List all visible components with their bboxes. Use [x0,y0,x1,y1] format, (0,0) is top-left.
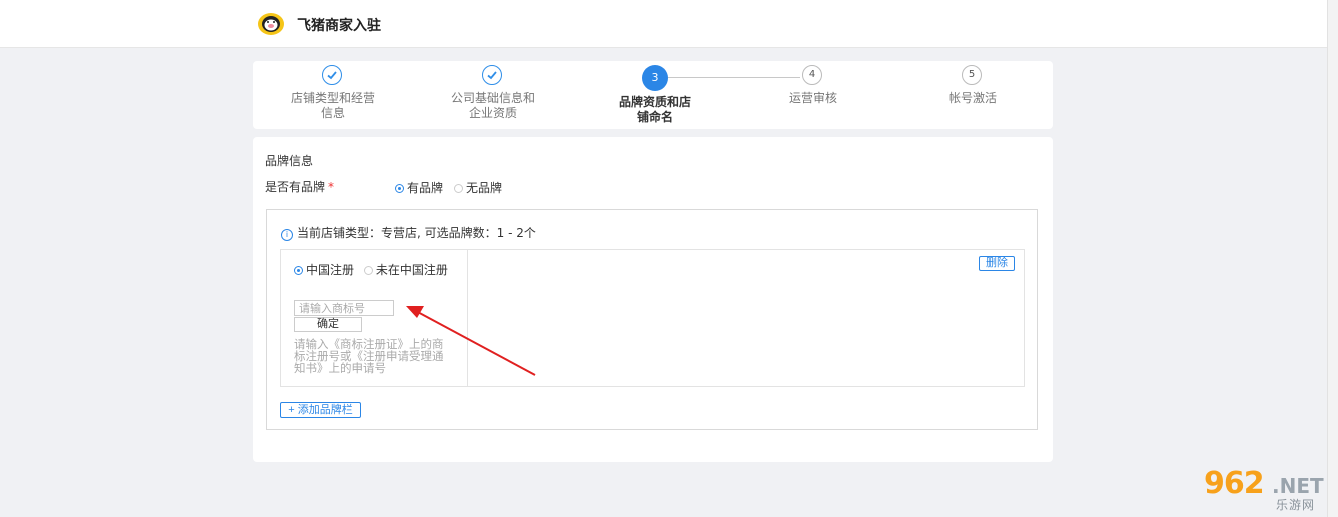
step-connector-line [666,77,800,78]
step-4-number: 4 [802,65,822,85]
watermark-suffix: .NET [1272,474,1324,498]
radio-no-brand[interactable]: 无品牌 [454,179,502,196]
step-1-label: 店铺类型和经营信息 [291,91,376,120]
add-brand-row-button[interactable]: + 添加品牌栏 [280,402,361,418]
watermark-subtitle: 乐游网 [1276,498,1316,512]
brand-entry-row: 中国注册 未在中国注册 确定 请输入《商标注册证》上的商标注册号或《注册申请受理… [280,249,1025,387]
radio-checked-icon[interactable] [395,184,404,193]
scrollbar[interactable] [1327,0,1338,517]
section-title: 品牌信息 [265,154,314,168]
app-title: 飞猪商家入驻 [297,18,381,34]
radio-china-registered[interactable]: 中国注册 [294,263,354,277]
store-type-info-text: 当前店铺类型：专营店, 可选品牌数：1 - 2个 [297,226,536,240]
required-mark: * [328,180,335,194]
progress-steps: 店铺类型和经营信息 公司基础信息和企业资质 3 品牌资质和店铺命名 4 运营审核… [253,61,1053,129]
step-2-label: 公司基础信息和企业资质 [450,91,535,120]
brand-question-label: 是否有品牌 * [265,178,334,195]
brand-entry-panel: i 当前店铺类型：专营店, 可选品牌数：1 - 2个 中国注册 未在中国注册 确定… [266,209,1038,430]
step-2-check-icon [482,65,502,85]
radio-no-brand-label: 无品牌 [466,181,503,195]
step-1-check-icon [322,65,342,85]
step-3-number: 3 [642,65,668,91]
radio-unchecked-icon[interactable] [454,184,463,193]
store-type-info: i 当前店铺类型：专营店, 可选品牌数：1 - 2个 [281,224,536,241]
registration-options: 中国注册 未在中国注册 [294,263,454,278]
radio-china-registered-label: 中国注册 [306,263,355,277]
radio-checked-icon[interactable] [294,266,303,275]
trademark-number-input[interactable] [294,300,394,316]
watermark-number: 962 [1204,466,1265,501]
site-watermark: 962 .NET 乐游网 [1200,466,1332,512]
annotation-arrow-icon [406,306,536,376]
radio-not-china-registered[interactable]: 未在中国注册 [363,263,448,277]
fliggy-pig-logo-icon[interactable] [257,12,285,36]
brand-info-form: 品牌信息 是否有品牌 * 有品牌 无品牌 i 当前店铺类型：专营店, 可选品牌数：1… [253,137,1053,462]
brand-question-text: 是否有品牌 [265,180,326,194]
step-5-number: 5 [962,65,982,85]
top-bar: 飞猪商家入驻 [0,0,1328,48]
step-5-label: 帐号激活 [948,91,997,105]
delete-brand-button[interactable]: 删除 [979,256,1015,271]
info-icon: i [281,229,293,241]
radio-unchecked-icon[interactable] [363,266,373,275]
radio-has-brand-label: 有品牌 [407,181,444,195]
step-4-label: 运营审核 [788,91,837,105]
radio-not-china-registered-label: 未在中国注册 [375,263,448,277]
radio-has-brand[interactable]: 有品牌 [395,179,443,196]
confirm-button[interactable]: 确定 [294,317,362,332]
step-3-label: 品牌资质和店铺命名 [618,95,691,124]
